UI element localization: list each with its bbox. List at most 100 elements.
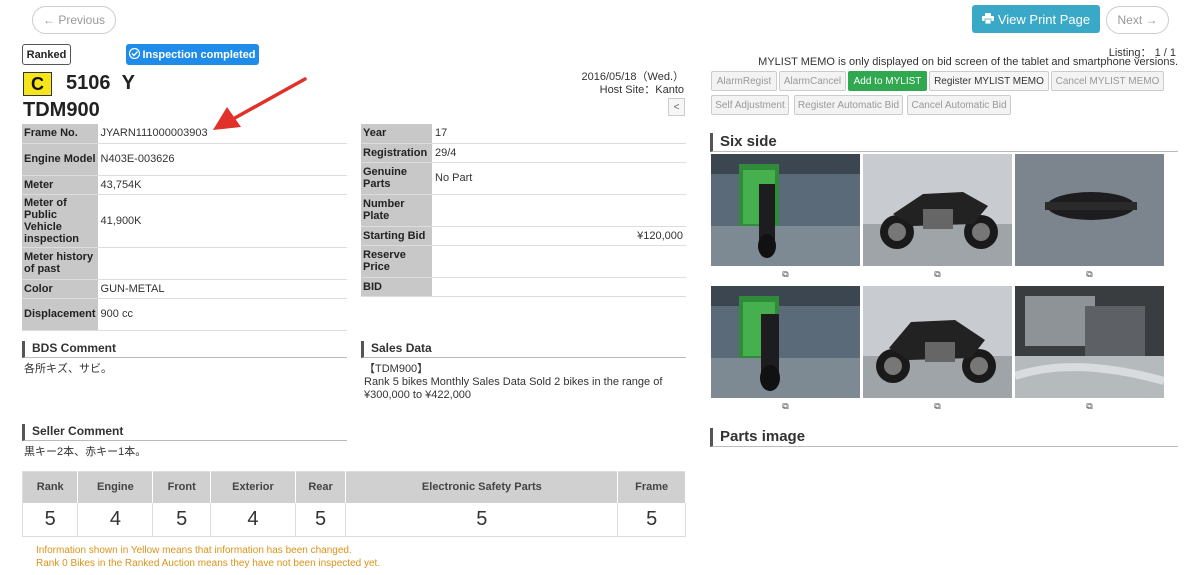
- spec-row: BID: [361, 277, 686, 297]
- photo-engine[interactable]: [1015, 286, 1164, 398]
- grade-value: 5: [295, 502, 347, 537]
- spec-value: 41,900K: [97, 194, 347, 248]
- bds-comment-text: 各所キズ、サビ。: [24, 363, 112, 375]
- spec-key: Engine Model: [22, 143, 98, 176]
- sales-model: 【TDM900】: [364, 363, 429, 375]
- cancel-automatic-bid-button[interactable]: Cancel Automatic Bid: [907, 95, 1011, 115]
- zoom-icon[interactable]: ⧉: [781, 401, 790, 411]
- grade-header: Rank: [22, 471, 79, 503]
- sales-data-text: 【TDM900】 Rank 5 bikes Monthly Sales Data…: [364, 363, 686, 402]
- spec-table-right: Year 17 Registration 29/4 Genuine Parts No …: [361, 124, 686, 297]
- grade-header: Frame: [617, 471, 686, 503]
- spec-key: BID: [361, 277, 432, 297]
- spec-value: 43,754K: [97, 175, 347, 195]
- note-rank0: Rank 0 Bikes in the Ranked Auction means…: [36, 558, 381, 569]
- spec-row: Engine Model N403E-003626: [22, 143, 347, 176]
- grade-letter: C: [23, 72, 52, 96]
- spec-row: Number Plate: [361, 194, 686, 227]
- grade-header: Rear: [295, 471, 347, 503]
- register-mylist-memo-button[interactable]: Register MYLIST MEMO: [929, 71, 1049, 91]
- photo-side-right[interactable]: [863, 154, 1012, 266]
- photo-front[interactable]: [711, 154, 860, 266]
- spec-key: Displacement: [22, 298, 98, 331]
- spec-value: [432, 277, 686, 297]
- spec-row: Year 17: [361, 124, 686, 144]
- spec-key: Meter: [22, 175, 98, 195]
- spec-key: Color: [22, 279, 98, 299]
- spec-value: N403E-003626: [97, 143, 347, 176]
- spec-value: [432, 194, 686, 227]
- zoom-icon[interactable]: ⧉: [1085, 269, 1094, 279]
- spec-row: Frame No. JYARN111000003903: [22, 124, 347, 144]
- check-icon: [129, 47, 141, 62]
- spec-row: Meter 43,754K: [22, 175, 347, 195]
- inspection-completed-badge: Inspection completed: [126, 44, 259, 65]
- six-side-title: Six side: [710, 133, 1178, 152]
- photo-rear[interactable]: [711, 286, 860, 398]
- view-print-page-label: View Print Page: [997, 11, 1091, 27]
- grade-value: 5: [22, 502, 79, 537]
- spec-value: 29/4: [432, 143, 686, 163]
- grade-header: Front: [152, 471, 212, 503]
- spec-key: Registration: [361, 143, 432, 163]
- register-automatic-bid-button[interactable]: Register Automatic Bid: [794, 95, 903, 115]
- spec-row: Reserve Price: [361, 245, 686, 278]
- spec-table-left: Frame No. JYARN111000003903 Engine Model N…: [22, 124, 347, 331]
- date-info: 2016/05/18（Wed.） Host Site：Kanto: [581, 71, 684, 97]
- grade-value: 5: [345, 502, 619, 537]
- seller-comment-title: Seller Comment: [22, 424, 347, 441]
- grade-header: Engine: [77, 471, 154, 503]
- add-to-mylist-button[interactable]: Add to MYLIST: [848, 71, 927, 91]
- spec-key: Number Plate: [361, 194, 432, 227]
- zoom-icon[interactable]: ⧉: [1085, 401, 1094, 411]
- seller-comment-text: 黒キー2本、赤キー1本。: [24, 446, 147, 458]
- bds-comment-title: BDS Comment: [22, 341, 347, 358]
- inspection-completed-label: Inspection completed: [142, 48, 256, 61]
- spec-key: Meter of Public Vehicle inspection: [22, 194, 98, 248]
- next-button[interactable]: Next →: [1106, 6, 1169, 34]
- spec-row: Meter history of past: [22, 247, 347, 280]
- grade-header-row: Rank Engine Front Exterior Rear Electron…: [22, 471, 686, 503]
- auction-date: 2016/05/18（Wed.）: [581, 71, 684, 83]
- sales-summary: Rank 5 bikes Monthly Sales Data Sold 2 b…: [364, 376, 663, 388]
- host-site: Host Site：Kanto: [599, 84, 684, 96]
- zoom-icon[interactable]: ⧉: [933, 401, 942, 411]
- spec-row: Starting Bid ¥120,000: [361, 226, 686, 246]
- zoom-icon[interactable]: ⧉: [933, 269, 942, 279]
- note-yellow-info: Information shown in Yellow means that i…: [36, 545, 352, 556]
- spec-key: Reserve Price: [361, 245, 432, 278]
- spec-value: ¥120,000: [432, 226, 686, 246]
- sales-data-title: Sales Data: [361, 341, 686, 358]
- photo-top[interactable]: [1015, 154, 1164, 266]
- grade-table: Rank Engine Front Exterior Rear Electron…: [22, 471, 686, 537]
- printer-icon: [981, 12, 994, 27]
- spec-row: Genuine Parts No Part: [361, 162, 686, 195]
- ranked-badge: Ranked: [22, 44, 71, 65]
- model-name: TDM900: [23, 99, 100, 121]
- lot-number-value: 5106: [66, 72, 111, 94]
- grade-value: 4: [210, 502, 296, 537]
- cancel-mylist-memo-button[interactable]: Cancel MYLIST MEMO: [1051, 71, 1164, 91]
- grade-value: 5: [617, 502, 686, 537]
- spec-value: 900 cc: [97, 298, 347, 331]
- collapse-button[interactable]: <: [668, 98, 685, 116]
- sales-range: ¥300,000 to ¥422,000: [364, 389, 472, 401]
- view-print-page-button[interactable]: View Print Page: [972, 5, 1100, 33]
- alarm-regist-button[interactable]: AlarmRegist: [711, 71, 777, 91]
- lot-suffix: Y: [121, 72, 135, 94]
- spec-row: Meter of Public Vehicle inspection 41,900…: [22, 194, 347, 248]
- zoom-icon[interactable]: ⧉: [781, 269, 790, 279]
- parts-image-title: Parts image: [710, 428, 1178, 447]
- self-adjustment-button[interactable]: Self Adjustment: [711, 95, 789, 115]
- grade-header: Exterior: [210, 471, 296, 503]
- spec-key: Genuine Parts: [361, 162, 432, 195]
- spec-key: Meter history of past: [22, 247, 98, 280]
- spec-value: GUN-METAL: [97, 279, 347, 299]
- previous-button[interactable]: ← Previous: [32, 6, 116, 34]
- alarm-cancel-button[interactable]: AlarmCancel: [779, 71, 846, 91]
- spec-value: No Part: [432, 162, 686, 195]
- spec-value: 17: [432, 124, 686, 144]
- spec-row: Registration 29/4: [361, 143, 686, 163]
- photo-side-left[interactable]: [863, 286, 1012, 398]
- spec-value: [432, 245, 686, 278]
